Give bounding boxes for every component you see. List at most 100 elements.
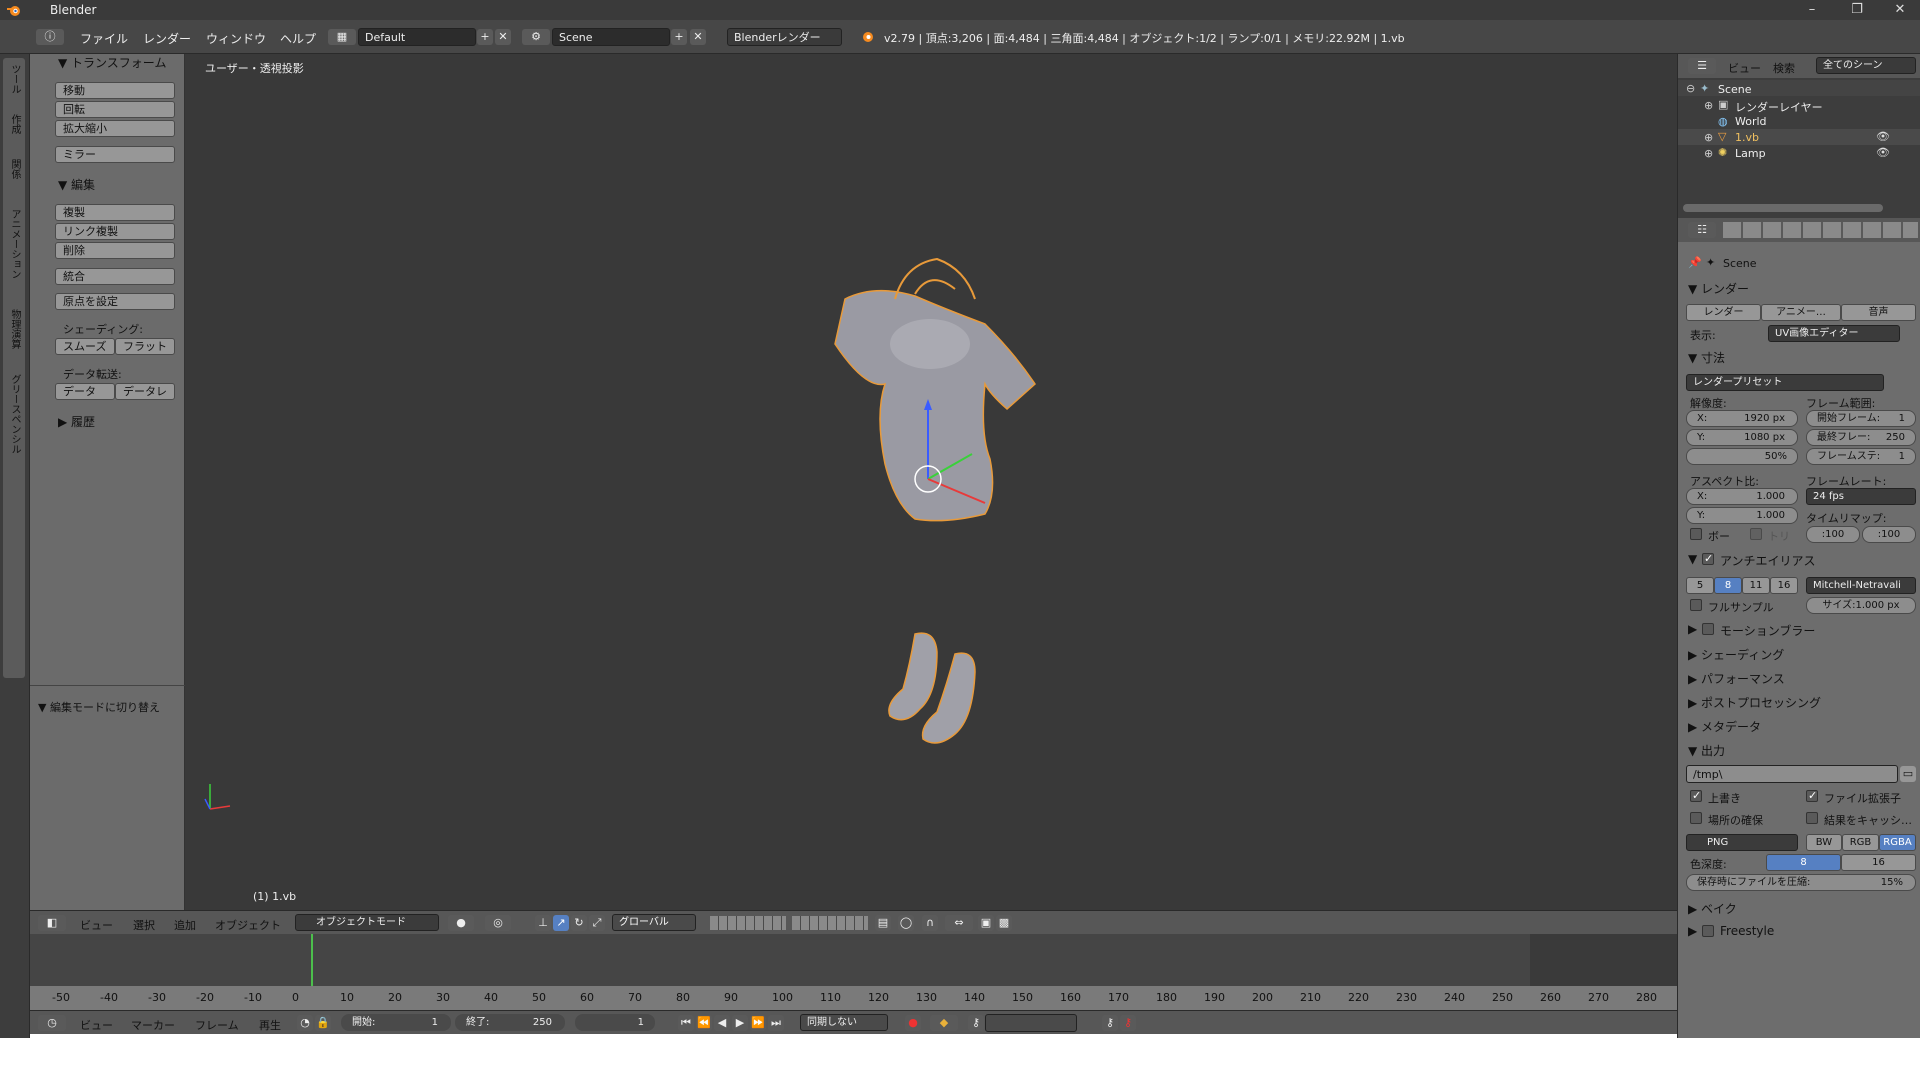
preview-range-icon[interactable]: ◔	[297, 1015, 313, 1031]
performance-panel-header[interactable]: ▶ パフォーマンス	[1688, 670, 1785, 687]
pin-icon[interactable]: 📌	[1688, 256, 1702, 269]
compression-field[interactable]: 保存時にファイルを圧縮: 15%	[1686, 874, 1916, 891]
delete-button[interactable]: 削除	[55, 242, 175, 259]
join-button[interactable]: 統合	[55, 268, 175, 285]
outliner-item-1vb[interactable]: 1.vb	[1735, 131, 1759, 144]
menu-file[interactable]: ファイル	[80, 30, 128, 47]
motion-blur-expand[interactable]: ▶	[1688, 622, 1697, 636]
color-bw-button[interactable]: BW	[1806, 834, 1842, 851]
outliner-menu-view[interactable]: ビュー	[1728, 60, 1761, 76]
add-scene-icon[interactable]: +	[671, 29, 687, 45]
resolution-percent-field[interactable]: 50%	[1686, 448, 1798, 465]
add-layout-icon[interactable]: +	[477, 29, 493, 45]
display-select[interactable]: UV画像エディター	[1768, 325, 1900, 342]
menu-object[interactable]: オブジェクト	[215, 917, 281, 933]
sync-mode-select[interactable]: 同期しない	[800, 1014, 888, 1031]
data-transfer-button[interactable]: データ	[55, 383, 115, 400]
outliner-row[interactable]	[1678, 80, 1920, 96]
output-panel-header[interactable]: ▼ 出力	[1688, 742, 1725, 759]
menu-view[interactable]: ビュー	[80, 1017, 113, 1033]
audio-button[interactable]: 音声	[1841, 304, 1916, 321]
render-panel-header[interactable]: ▼ レンダー	[1688, 280, 1749, 297]
aa-checkbox[interactable]	[1702, 552, 1714, 565]
boot-left-mesh[interactable]	[888, 632, 938, 721]
menu-window[interactable]: ウィンドウ	[206, 30, 266, 47]
tab-grease-pencil[interactable]: グリースペンシル	[7, 374, 22, 454]
aa-size-field[interactable]: サイズ:1.000 px	[1806, 597, 1916, 614]
menu-render[interactable]: レンダー	[143, 30, 191, 47]
metadata-panel-header[interactable]: ▶ メタデータ	[1688, 718, 1761, 735]
post-processing-panel-header[interactable]: ▶ ポストプロセッシング	[1688, 694, 1821, 711]
shade-smooth-button[interactable]: スムーズ	[55, 338, 115, 355]
scale-button[interactable]: 拡大縮小	[55, 120, 175, 137]
overwrite-checkbox[interactable]	[1690, 789, 1702, 802]
editor-type-3d-icon[interactable]: ◧	[38, 915, 66, 931]
frame-start-field[interactable]: 開始フレーム: 1	[1806, 410, 1916, 427]
placeholders-checkbox[interactable]	[1690, 812, 1702, 824]
keying-set-field[interactable]	[985, 1014, 1077, 1032]
current-frame-field[interactable]: 1	[575, 1014, 655, 1031]
set-origin-dropdown[interactable]: 原点を設定	[55, 293, 175, 310]
screen-layout-icon[interactable]: ▦	[328, 29, 356, 45]
menu-help[interactable]: ヘルプ	[280, 30, 316, 47]
depth-8-button[interactable]: 8	[1766, 854, 1841, 871]
dimensions-panel-header[interactable]: ▼ 寸法	[1688, 349, 1725, 366]
aa-samples-8[interactable]: 8	[1714, 577, 1742, 594]
outliner-item-renderlayers[interactable]: レンダーレイヤー	[1735, 99, 1823, 115]
resolution-y-field[interactable]: Y: 1080 px	[1686, 429, 1798, 446]
expand-icon[interactable]: ⊕	[1704, 131, 1713, 144]
edit-panel-header[interactable]: ▼ 編集	[58, 176, 95, 193]
shade-flat-button[interactable]: フラット	[115, 338, 175, 355]
tab-physics[interactable]: 物理演算	[7, 309, 22, 349]
outliner-scrollbar[interactable]	[1683, 204, 1883, 212]
animation-button[interactable]: アニメー…	[1761, 304, 1841, 321]
full-sample-checkbox[interactable]	[1690, 599, 1702, 611]
visibility-eye-icon[interactable]: 👁	[1876, 146, 1890, 159]
shading-mode-icon[interactable]: ●	[448, 915, 474, 931]
menu-add[interactable]: 追加	[174, 917, 196, 933]
visibility-eye-icon[interactable]: 👁	[1876, 130, 1890, 143]
color-rgba-button[interactable]: RGBA	[1879, 834, 1916, 851]
translate-manip-icon[interactable]: ↗	[553, 915, 569, 931]
layers-grid-2[interactable]	[792, 916, 868, 930]
scale-manip-icon[interactable]: ⤢	[589, 915, 605, 931]
duplicate-button[interactable]: 複製	[55, 204, 175, 221]
delete-scene-icon[interactable]: ✕	[690, 29, 706, 45]
rotate-manip-icon[interactable]: ↻	[571, 915, 587, 931]
mode-select[interactable]: オブジェクトモード	[295, 914, 439, 931]
menu-view[interactable]: ビュー	[80, 917, 113, 933]
translate-button[interactable]: 移動	[55, 82, 175, 99]
render-preset-select[interactable]: レンダープリセット	[1686, 374, 1884, 391]
opengl-render-icon[interactable]: ▣	[978, 915, 994, 931]
expand-icon[interactable]: ⊕	[1704, 99, 1713, 112]
frame-end-field[interactable]: 最終フレー: 250	[1806, 429, 1916, 446]
data-layout-button[interactable]: データレ	[115, 383, 175, 400]
output-path-field[interactable]: /tmp\	[1686, 765, 1898, 783]
editor-type-info-icon[interactable]: ⓘ	[36, 29, 64, 45]
insert-keyframe-icon[interactable]: ⚷	[1102, 1015, 1118, 1031]
close-button[interactable]: ✕	[1880, 0, 1920, 20]
play-reverse-icon[interactable]: ◀	[714, 1015, 730, 1031]
jump-key-prev-icon[interactable]: ⏪	[696, 1015, 712, 1031]
tab-animation[interactable]: アニメーション	[7, 209, 22, 279]
tab-tools[interactable]: ツール	[7, 64, 22, 94]
bake-panel-header[interactable]: ▶ ベイク	[1688, 900, 1737, 917]
keying-set-field-icon[interactable]: ⚷	[968, 1015, 984, 1031]
render-engine-select[interactable]: Blenderレンダー	[727, 28, 842, 46]
color-rgb-button[interactable]: RGB	[1842, 834, 1879, 851]
delete-layout-icon[interactable]: ✕	[495, 29, 511, 45]
jump-start-icon[interactable]: ⏮	[678, 1015, 694, 1031]
aspect-x-field[interactable]: X: 1.000	[1686, 488, 1798, 505]
keying-set-icon[interactable]: ◆	[930, 1015, 958, 1031]
menu-playback[interactable]: 再生	[259, 1017, 281, 1033]
file-format-select[interactable]: PNG	[1686, 834, 1798, 851]
file-ext-checkbox[interactable]	[1806, 789, 1818, 802]
editor-type-timeline-icon[interactable]: ◷	[38, 1015, 66, 1031]
freestyle-checkbox[interactable]	[1702, 925, 1714, 937]
duplicate-linked-button[interactable]: リンク複製	[55, 223, 175, 240]
tab-create[interactable]: 作成	[7, 114, 22, 134]
frame-step-field[interactable]: フレームステ: 1	[1806, 448, 1916, 465]
crop-checkbox[interactable]	[1750, 528, 1762, 540]
aa-panel-header[interactable]: ▼	[1688, 552, 1697, 566]
timeline[interactable]: -50 -40 -30 -20 -10 0 10 20 30 40 50 60 70 80 90 100 110…	[30, 934, 1677, 1010]
